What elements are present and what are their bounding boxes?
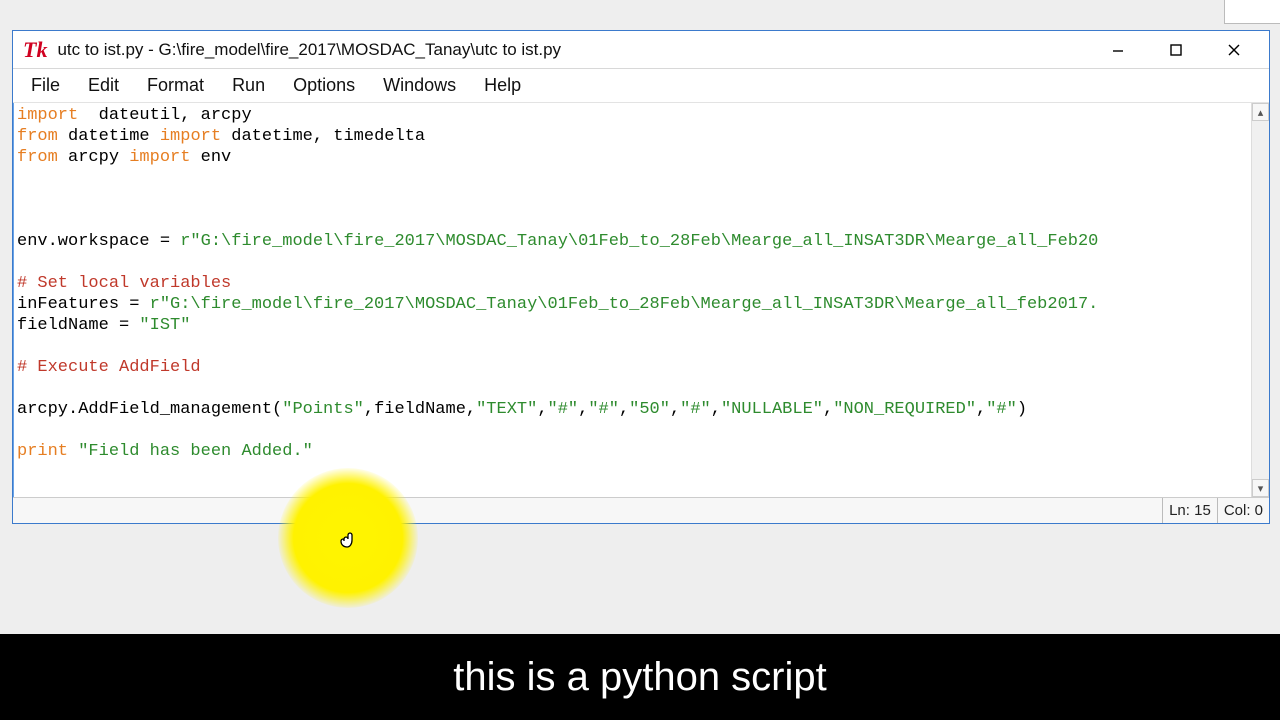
window-title: utc to ist.py - G:\fire_model\fire_2017\… <box>57 40 1089 60</box>
code-editor[interactable]: import dateutil, arcpy from datetime imp… <box>13 103 1251 497</box>
hand-cursor-icon <box>337 529 361 553</box>
menu-format[interactable]: Format <box>133 70 218 101</box>
caption-text: this is a python script <box>453 655 827 700</box>
title-bar[interactable]: Tk utc to ist.py - G:\fire_model\fire_20… <box>13 31 1269 69</box>
status-col: Col: 0 <box>1217 498 1269 523</box>
minimize-button[interactable] <box>1089 34 1147 66</box>
menu-file[interactable]: File <box>17 70 74 101</box>
caption-bar: this is a python script <box>0 634 1280 720</box>
background-window-fragment <box>1224 0 1280 24</box>
status-bar: Ln: 15 Col: 0 <box>13 497 1269 523</box>
menu-windows[interactable]: Windows <box>369 70 470 101</box>
close-button[interactable] <box>1205 34 1263 66</box>
maximize-button[interactable] <box>1147 34 1205 66</box>
editor-area: import dateutil, arcpy from datetime imp… <box>13 103 1269 497</box>
menu-run[interactable]: Run <box>218 70 279 101</box>
scroll-down-icon[interactable]: ▾ <box>1252 479 1269 497</box>
idle-editor-window: Tk utc to ist.py - G:\fire_model\fire_20… <box>12 30 1270 524</box>
menu-help[interactable]: Help <box>470 70 535 101</box>
tk-logo-icon: Tk <box>23 37 47 63</box>
status-line: Ln: 15 <box>1162 498 1217 523</box>
scroll-up-icon[interactable]: ▴ <box>1252 103 1269 121</box>
menu-edit[interactable]: Edit <box>74 70 133 101</box>
window-controls <box>1089 34 1263 66</box>
menu-options[interactable]: Options <box>279 70 369 101</box>
menu-bar: File Edit Format Run Options Windows Hel… <box>13 69 1269 103</box>
vertical-scrollbar[interactable]: ▴ ▾ <box>1251 103 1269 497</box>
